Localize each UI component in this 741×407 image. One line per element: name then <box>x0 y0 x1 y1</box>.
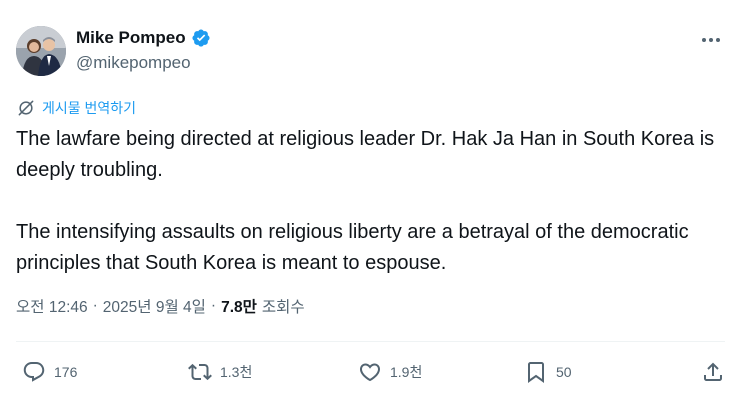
more-dots-icon <box>702 38 720 42</box>
bookmark-count: 50 <box>556 364 572 380</box>
translate-post-link[interactable]: 게시물 번역하기 <box>16 98 136 118</box>
heart-icon <box>359 363 381 382</box>
reply-count: 176 <box>54 364 78 380</box>
translate-icon <box>18 100 34 116</box>
like-button[interactable]: 1.9천 <box>358 356 422 388</box>
bookmark-button[interactable]: 50 <box>524 356 572 388</box>
tweet-meta: 오전 12:46 · 2025년 9월 4일 · 7.8만 조회수 <box>16 295 305 317</box>
share-button[interactable] <box>701 356 725 388</box>
views-count: 7.8만 <box>221 299 257 316</box>
repost-icon <box>188 363 212 381</box>
more-options-button[interactable] <box>699 30 723 50</box>
verified-badge-icon[interactable] <box>191 28 211 48</box>
tweet-time[interactable]: 오전 12:46 <box>16 295 88 317</box>
repost-count: 1.3천 <box>220 364 253 380</box>
repost-button[interactable]: 1.3천 <box>188 356 252 388</box>
tweet-date[interactable]: 2025년 9월 4일 <box>103 295 206 317</box>
divider <box>16 341 725 342</box>
meta-separator: · <box>92 297 98 314</box>
bookmark-icon <box>528 362 544 383</box>
like-count: 1.9천 <box>390 364 423 380</box>
author-name[interactable]: Mike Pompeo <box>76 28 186 48</box>
tweet-text: The lawfare being directed at religious … <box>16 124 716 279</box>
action-bar: 176 1.3천 1.9천 50 <box>16 356 725 388</box>
avatar[interactable] <box>16 26 66 76</box>
reply-icon <box>23 362 45 382</box>
author-handle[interactable]: @mikepompeo <box>76 53 211 73</box>
tweet-paragraph: The intensifying assaults on religious l… <box>16 221 689 274</box>
tweet-paragraph: The lawfare being directed at religious … <box>16 128 715 181</box>
reply-button[interactable]: 176 <box>22 356 77 388</box>
avatar-image <box>16 26 66 76</box>
translate-label: 게시물 번역하기 <box>42 100 137 116</box>
share-icon <box>704 362 722 381</box>
author-block: Mike Pompeo @mikepompeo <box>76 28 211 73</box>
views-label: 조회수 <box>261 299 305 316</box>
meta-separator: · <box>210 297 217 314</box>
